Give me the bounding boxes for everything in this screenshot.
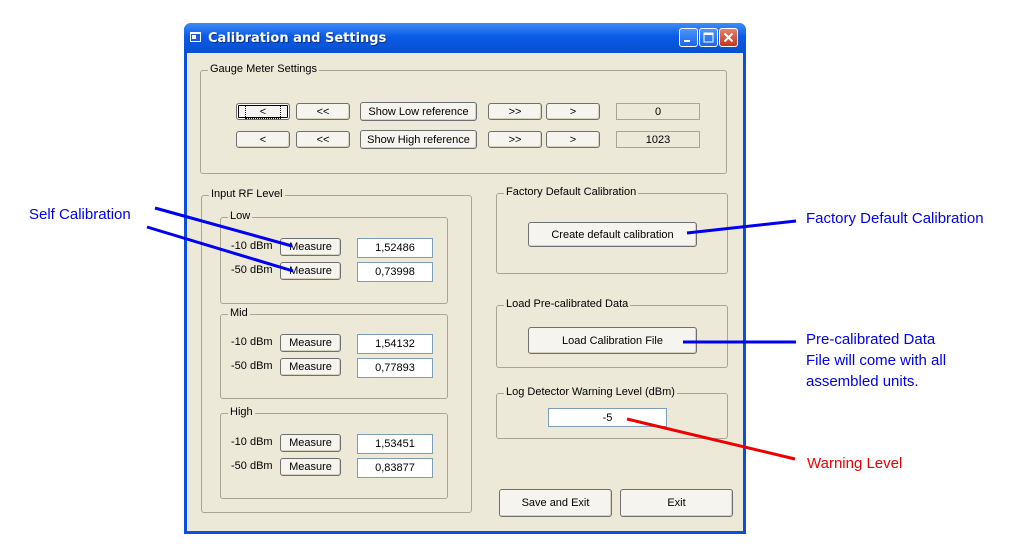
self-calibration-annotation: Self Calibration	[29, 206, 131, 223]
precalibrated-annotation-line2: File will come with all	[806, 352, 947, 369]
factory-default-annotation: Factory Default Calibration	[806, 210, 984, 227]
factory-default-pointer	[686, 219, 797, 235]
warning-level-pointer	[626, 417, 796, 461]
precalibrated-annotation-line1: Pre-calibrated Data	[806, 331, 936, 348]
self-calibration-pointer-1	[154, 206, 293, 248]
precalibrated-annotation-line3: assembled units.	[806, 373, 919, 390]
self-calibration-pointer-2	[146, 225, 294, 273]
annotation-lines	[146, 206, 797, 461]
warning-level-annotation: Warning Level	[807, 455, 903, 472]
